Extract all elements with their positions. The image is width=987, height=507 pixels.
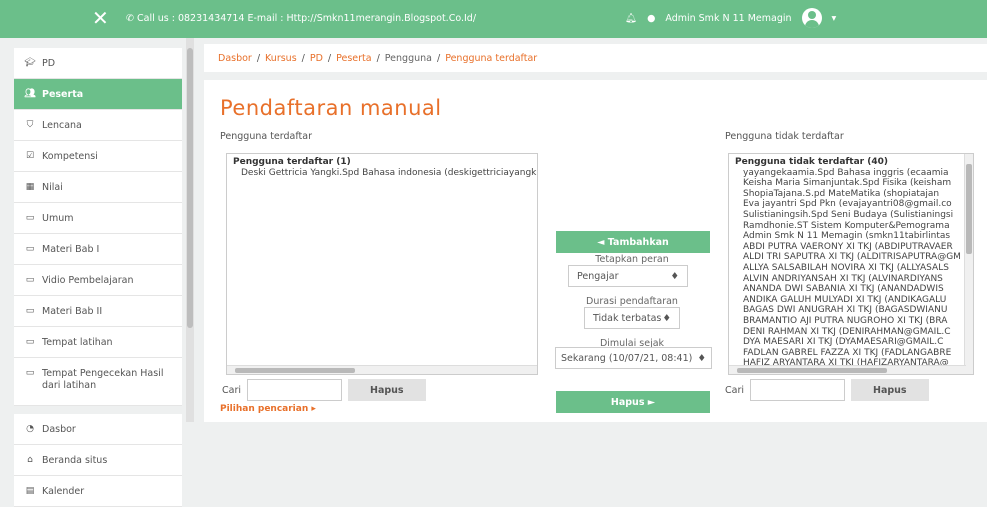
role-select[interactable]: Pengajar ♦ [568, 265, 688, 287]
contact-info: Call us : 08231434714 E-mail : Http://Sm… [136, 13, 477, 24]
dashboard-icon: ◔ [26, 424, 34, 434]
not-enrolled-label: Pengguna tidak terdaftar [725, 131, 844, 142]
sidebar-item-lencana[interactable]: ⛉ Lencana [14, 110, 182, 141]
folder-icon: ▭ [25, 337, 35, 347]
list-item[interactable]: ALLYA SALSABILAH NOVIRA XI TKJ (ALLYASAL… [729, 263, 973, 274]
list-item[interactable]: ANDIKA GALUH MULYADI XI TKJ (ANDIKAGALU [729, 295, 973, 306]
list-item[interactable]: DENI RAHMAN XI TKJ (DENIRAHMAN@GMAIL.C [729, 327, 973, 338]
folder-icon: ▭ [25, 244, 35, 254]
sidebar-item-tempat-latihan[interactable]: ▭ Tempat latihan [14, 327, 182, 358]
sidebar-item-nilai[interactable]: ▦ Nilai [14, 172, 182, 203]
search-options-link[interactable]: Pilihan pencarian ▸ [220, 404, 316, 414]
not-enrolled-users-list[interactable]: Pengguna tidak terdaftar (40) yayangekaa… [728, 153, 974, 375]
list-item[interactable]: ABDI PUTRA VAERONY XI TKJ (ABDIPUTRAVAER [729, 242, 973, 253]
breadcrumb-pengguna: Pengguna [384, 52, 432, 64]
duration-label: Durasi pendaftaran [586, 296, 678, 307]
home-icon: ⌂ [27, 455, 33, 465]
horizontal-scrollbar[interactable] [227, 365, 537, 374]
remove-button[interactable]: Hapus ► [556, 391, 710, 413]
chevron-down-icon[interactable]: ▾ [832, 13, 837, 24]
avatar[interactable] [801, 8, 822, 28]
table-icon: ▦ [25, 182, 35, 192]
sidebar-item-umum[interactable]: ▭ Umum [14, 203, 182, 234]
main-panel: Pendaftaran manual Pengguna terdaftar Pe… [204, 80, 987, 422]
horizontal-scrollbar[interactable] [729, 365, 966, 374]
not-enrolled-clear-button[interactable]: Hapus [851, 379, 929, 401]
list-item[interactable]: yayangekaamia.Spd Bahasa inggris (ecaami… [729, 168, 973, 179]
search-label: Cari [222, 384, 241, 396]
updown-icon: ♦ [670, 270, 679, 282]
sidebar-item-peserta[interactable]: 👥︎ Peserta [14, 79, 182, 110]
folder-icon: ▭ [25, 275, 35, 285]
users-icon: 👥︎ [24, 89, 36, 99]
sidebar-scrollbar[interactable] [186, 38, 194, 422]
enrolled-search-input[interactable] [247, 379, 342, 401]
breadcrumb: Dasbor / Kursus / PD / Peserta / Pengguna / P… [204, 44, 987, 72]
search-label: Cari [725, 384, 744, 396]
breadcrumb-dasbor[interactable]: Dasbor [218, 53, 252, 64]
sidebar-item-dasbor[interactable]: ◔ Dasbor [14, 414, 182, 445]
enrolled-group-header: Pengguna terdaftar (1) [233, 157, 351, 167]
list-item[interactable]: FADLAN GABREL FAZZA XI TKJ (FADLANGABRE [729, 348, 973, 359]
duration-select[interactable]: Tidak terbatas ♦ [584, 307, 680, 329]
list-item[interactable]: Ramdhonie.ST Sistem Komputer&Pemograma [729, 221, 973, 232]
enrolled-clear-button[interactable]: Hapus [348, 379, 426, 401]
not-enrolled-search-input[interactable] [750, 379, 845, 401]
breadcrumb-current[interactable]: Pengguna terdaftar [445, 53, 537, 64]
list-item[interactable]: ALDI TRI SAPUTRA XI TKJ (ALDITRISAPUTRA@… [729, 252, 973, 263]
list-item[interactable]: BAGAS DWI ANUGRAH XI TKJ (BAGASDWIANU [729, 305, 973, 316]
close-icon[interactable]: ✕ [92, 7, 109, 29]
sidebar-item-materi-bab-2[interactable]: ▭ Materi Bab II [14, 296, 182, 327]
page-title: Pendaftaran manual [220, 96, 442, 120]
sidebar-item-materi-bab-1[interactable]: ▭ Materi Bab I [14, 234, 182, 265]
list-item[interactable]: ALVIN ANDRIYANSAH XI TKJ (ALVINARDIYANS [729, 274, 973, 285]
folder-icon: ▭ [25, 213, 35, 223]
caret-right-icon: ▸ [311, 404, 316, 414]
chat-icon[interactable]: ● [647, 13, 655, 24]
shield-icon: ⛉ [26, 120, 34, 130]
list-item[interactable]: Admin Smk N 11 Memagin (smkn11tabirlinta… [729, 231, 973, 242]
folder-icon: ▭ [25, 368, 35, 378]
top-navbar: ✕ ✆ Call us : 08231434714 E-mail : Http:… [0, 0, 987, 38]
list-item[interactable]: Sulistianingsih.Spd Seni Budaya (Sulisti… [729, 210, 973, 221]
sidebar-item-beranda[interactable]: ⌂ Beranda situs [14, 445, 182, 476]
start-select[interactable]: Sekarang (10/07/21, 08:41) ♦ [555, 347, 712, 369]
bell-icon[interactable]: 🔔︎ [625, 13, 637, 24]
list-item[interactable]: Deski Gettricia Yangki.Spd Bahasa indone… [227, 168, 537, 179]
vertical-scrollbar[interactable] [964, 154, 973, 374]
breadcrumb-kursus[interactable]: Kursus [265, 53, 297, 64]
updown-icon: ♦ [697, 352, 706, 364]
updown-icon: ♦ [662, 312, 671, 324]
list-item[interactable]: Keisha Maria Simanjuntak.Spd Fisika (kei… [729, 178, 973, 189]
list-item[interactable]: DYA MAESARI XI TKJ (DYAMAESARI@GMAIL.C [729, 337, 973, 348]
sidebar-item-kompetensi[interactable]: ☑ Kompetensi [14, 141, 182, 172]
sidebar-item-pd[interactable]: 🎓︎ PD [14, 48, 182, 79]
sidebar-item-vidio[interactable]: ▭ Vidio Pembelajaran [14, 265, 182, 296]
calendar-icon: ▤ [25, 486, 35, 496]
list-item[interactable]: Eva jayantri Spd Pkn (evajayantri08@gmai… [729, 199, 973, 210]
sidebar: 🎓︎ PD 👥︎ Peserta ⛉ Lencana ☑ Kompetensi ▦ Nil… [14, 48, 182, 507]
sidebar-item-tempat-pengecekan[interactable]: ▭ Tempat Pengecekan Hasil dari latihan [14, 358, 182, 406]
add-button[interactable]: ◄ Tambahkan [556, 231, 710, 253]
check-square-icon: ☑ [25, 151, 35, 161]
enrolled-users-list[interactable]: Pengguna terdaftar (1) Deski Gettricia Y… [226, 153, 538, 375]
folder-icon: ▭ [25, 306, 35, 316]
list-item[interactable]: ShopiaTajana.S.pd MateMatika (shopiataja… [729, 189, 973, 200]
list-item[interactable]: BRAMANTIO AJI PUTRA NUGROHO XI TKJ (BRA [729, 316, 973, 327]
not-enrolled-group-header: Pengguna tidak terdaftar (40) [735, 157, 889, 167]
graduation-cap-icon: 🎓︎ [24, 58, 36, 68]
user-name[interactable]: Admin Smk N 11 Memagin [665, 13, 791, 24]
list-item[interactable]: ANANDA DWI SABANIA XI TKJ (ANANDADWIS [729, 284, 973, 295]
sidebar-item-kalender[interactable]: ▤ Kalender [14, 476, 182, 507]
phone-icon: ✆ [126, 13, 137, 24]
enrolled-label: Pengguna terdaftar [220, 131, 312, 142]
breadcrumb-peserta[interactable]: Peserta [336, 53, 371, 64]
breadcrumb-pd[interactable]: PD [310, 53, 323, 64]
role-label: Tetapkan peran [595, 254, 669, 265]
